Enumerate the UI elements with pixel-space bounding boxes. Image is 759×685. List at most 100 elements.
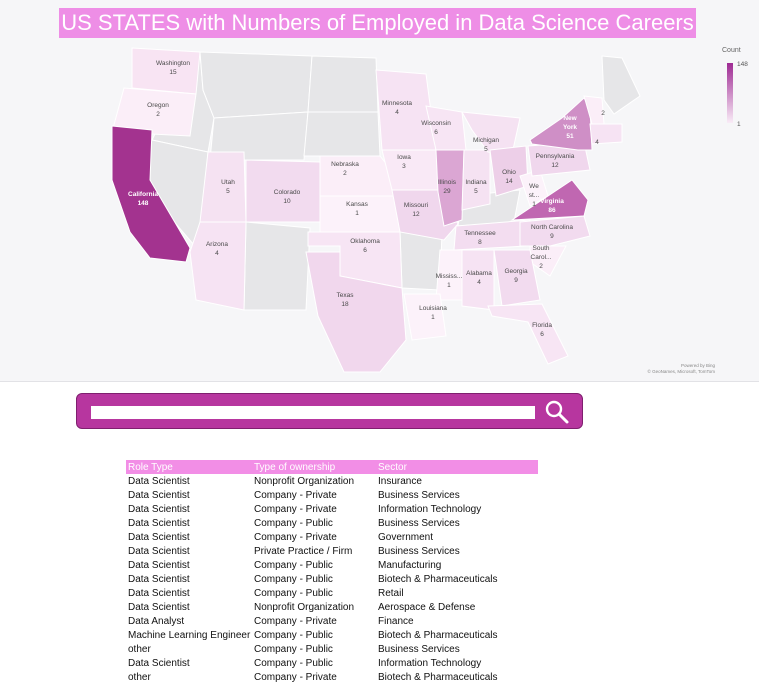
cell-sector: Information Technology	[378, 657, 482, 669]
map-panel: US STATES with Numbers of Employed in Da…	[0, 0, 759, 382]
cell-ownership: Company - Private	[254, 615, 337, 627]
state-label: Oregon 2	[147, 102, 169, 118]
column-header-sector[interactable]: Sector	[376, 460, 538, 474]
state-label: Mississ... 1	[435, 273, 463, 289]
state-label: Iowa 3	[397, 154, 411, 170]
cell-sector: Aerospace & Defense	[378, 601, 476, 613]
cell-role-type: Machine Learning Engineer	[128, 629, 251, 641]
legend-max: 148	[737, 61, 748, 68]
search-button[interactable]	[543, 398, 571, 426]
cell-ownership: Company - Public	[254, 573, 333, 585]
cell-ownership: Company - Public	[254, 587, 333, 599]
cell-role-type: other	[128, 671, 151, 683]
state-label: South Carol... 2	[530, 245, 552, 270]
legend-color-scale	[727, 63, 733, 123]
cell-role-type: Data Scientist	[128, 601, 190, 613]
state-label: North Carolina 9	[531, 224, 573, 240]
cell-ownership: Nonprofit Organization	[254, 475, 355, 487]
table-row[interactable]: Data Scientist Private Practice / Firm Bus…	[126, 544, 538, 558]
legend-title: Count	[722, 47, 741, 54]
cell-role-type: Data Scientist	[128, 531, 190, 543]
table-row[interactable]: Data Analyst Company - Private Finance	[126, 614, 538, 628]
state-label: Arizona 4	[205, 241, 229, 257]
cell-ownership: Company - Public	[254, 643, 333, 655]
table-row[interactable]: Data Scientist Company - Public Retail	[126, 586, 538, 600]
state-label: Colorado 10	[273, 189, 301, 205]
table-row[interactable]: Data Scientist Company - Public Manufactur…	[126, 558, 538, 572]
state-label: Florida 6	[532, 322, 552, 338]
state-label: Indiana 5	[465, 179, 487, 195]
state-label: Kansas 1	[346, 201, 368, 217]
cell-role-type: Data Scientist	[128, 503, 190, 515]
cell-role-type: Data Scientist	[128, 587, 190, 599]
table-row[interactable]: Data Scientist Company - Private Informati…	[126, 502, 538, 516]
state-new-york	[529, 97, 593, 151]
column-header-role-type[interactable]: Role Type	[126, 460, 252, 474]
state-label: California 148	[128, 191, 158, 207]
cell-sector: Government	[378, 531, 434, 543]
state-label: Nebraska 2	[331, 161, 359, 177]
cell-sector: Manufacturing	[378, 559, 442, 571]
cell-sector: Biotech & Pharmaceuticals	[378, 573, 498, 585]
table-row[interactable]: other Company - Public Business Services	[126, 642, 538, 656]
cell-role-type: Data Scientist	[128, 545, 190, 557]
cell-role-type: Data Scientist	[128, 573, 190, 585]
us-map[interactable]	[0, 0, 759, 381]
cell-role-type: Data Scientist	[128, 559, 190, 571]
cell-role-type: other	[128, 643, 151, 655]
state-maine	[601, 55, 641, 115]
search-input[interactable]	[91, 406, 535, 419]
state-label: Oklahoma 6	[350, 238, 380, 254]
table-row[interactable]: Machine Learning Engineer Company - Publi…	[126, 628, 538, 642]
state-south-dakota	[303, 111, 381, 157]
cell-ownership: Private Practice / Firm	[254, 545, 353, 557]
table-header-row: Role Type Type of ownership Sector	[126, 460, 538, 474]
state-north-dakota	[307, 55, 379, 113]
state-label: Illinois 29	[437, 179, 457, 195]
cell-ownership: Company - Public	[254, 559, 333, 571]
cell-role-type: Data Scientist	[128, 517, 190, 529]
results-table: Role Type Type of ownership Sector Data …	[126, 460, 538, 684]
cell-ownership: Company - Private	[254, 503, 337, 515]
state-new-mexico	[243, 221, 311, 311]
table-row[interactable]: Data Scientist Company - Private Governmen…	[126, 530, 538, 544]
table-row[interactable]: Data Scientist Company - Public Informatio…	[126, 656, 538, 670]
cell-sector: Biotech & Pharmaceuticals	[378, 671, 498, 683]
cell-sector: Finance	[378, 615, 414, 627]
cell-sector: Insurance	[378, 475, 422, 487]
cell-sector: Retail	[378, 587, 404, 599]
state-label: 4	[595, 139, 599, 146]
state-label: Alabama 4	[466, 270, 492, 286]
table-row[interactable]: Data Scientist Company - Public Business S…	[126, 516, 538, 530]
column-header-ownership[interactable]: Type of ownership	[252, 460, 376, 474]
cell-ownership: Company - Public	[254, 517, 333, 529]
state-arizona	[189, 221, 247, 311]
cell-ownership: Company - Public	[254, 657, 333, 669]
state-label: Georgia 9	[504, 268, 528, 284]
cell-ownership: Company - Public	[254, 629, 333, 641]
state-label: New York 51	[563, 115, 577, 140]
table-row[interactable]: Data Scientist Nonprofit Organization Aero…	[126, 600, 538, 614]
cell-role-type: Data Analyst	[128, 615, 185, 627]
cell-sector: Information Technology	[378, 503, 482, 515]
state-label: Tennessee 8	[464, 230, 496, 246]
page-title: US STATES with Numbers of Employed in Da…	[59, 8, 696, 38]
state-label: 2	[601, 110, 605, 117]
search-icon	[545, 400, 569, 424]
cell-sector: Business Services	[378, 545, 460, 557]
cell-role-type: Data Scientist	[128, 475, 190, 487]
cell-sector: Business Services	[378, 517, 460, 529]
cell-ownership: Company - Private	[254, 671, 337, 683]
state-label: Wisconsin 6	[421, 120, 451, 136]
state-label: Texas 18	[336, 292, 354, 308]
table-row[interactable]: other Company - Private Biotech & Pharmace…	[126, 670, 538, 684]
table-row[interactable]: Data Scientist Company - Public Biotech & …	[126, 572, 538, 586]
cell-sector: Business Services	[378, 643, 460, 655]
search-bar	[76, 393, 583, 429]
table-row[interactable]: Data Scientist Company - Private Business …	[126, 488, 538, 502]
state-label: Utah 5	[221, 179, 235, 195]
cell-ownership: Nonprofit Organization	[254, 601, 355, 613]
state-montana	[199, 51, 313, 119]
state-label: Missouri 12	[403, 202, 429, 218]
table-row[interactable]: Data Scientist Nonprofit Organization Insu…	[126, 474, 538, 488]
